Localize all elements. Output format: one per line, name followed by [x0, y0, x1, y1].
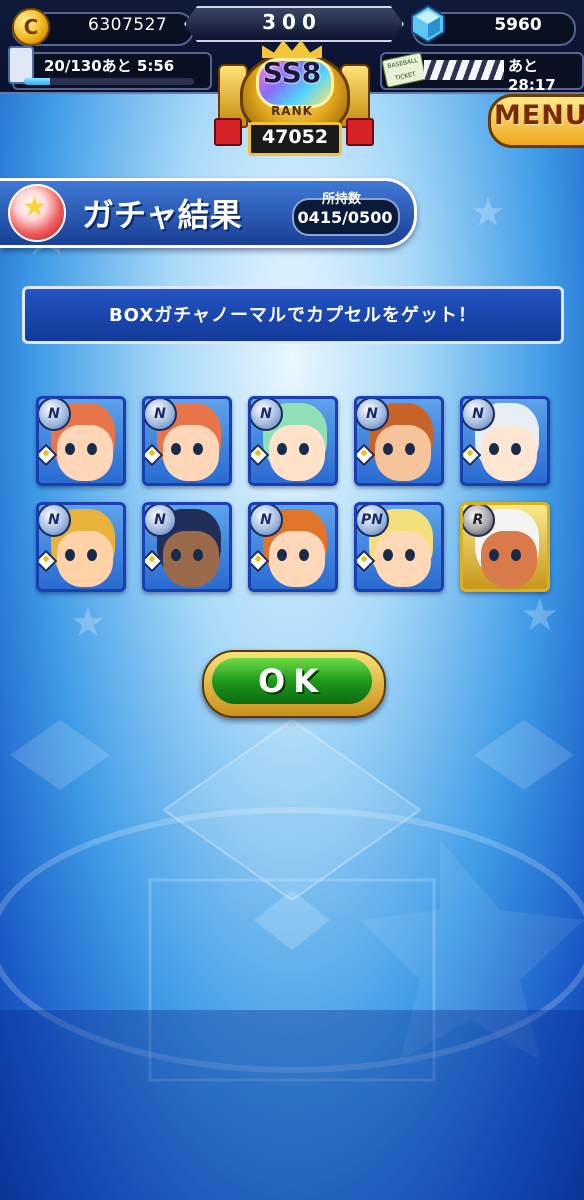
- background-star-icon: ★: [520, 590, 560, 641]
- coin-icon: C: [12, 8, 50, 46]
- capsule-card[interactable]: N: [36, 396, 126, 486]
- capsule-card[interactable]: N: [142, 502, 232, 592]
- rarity-badge: PN: [357, 505, 389, 537]
- character-eye: [171, 549, 181, 561]
- baseball-field-graphic: [0, 718, 584, 1200]
- diamond-gem-icon: [411, 4, 445, 44]
- ribbon-icon: [214, 118, 242, 146]
- owned-count-label: 所持数: [322, 192, 362, 207]
- character-eye: [277, 549, 287, 561]
- capsule-card[interactable]: N: [460, 396, 550, 486]
- rarity-badge: N: [357, 399, 389, 431]
- star-icon: ★: [22, 190, 48, 223]
- rarity-badge: N: [145, 399, 177, 431]
- character-eye: [383, 549, 393, 561]
- character-eye: [65, 549, 75, 561]
- character-eye: [171, 443, 181, 455]
- capsule-card[interactable]: N: [248, 396, 338, 486]
- character-eye: [65, 443, 75, 455]
- character-eye: [489, 549, 499, 561]
- capsule-card[interactable]: N: [142, 396, 232, 486]
- character-eye: [511, 549, 521, 561]
- character-eye: [299, 443, 309, 455]
- capsule-card[interactable]: N: [36, 502, 126, 592]
- capsule-card[interactable]: N: [248, 502, 338, 592]
- owned-count-value: 0415/0500: [297, 208, 393, 227]
- ribbon-icon: [346, 118, 374, 146]
- character-eye: [299, 549, 309, 561]
- rank-label: RANK: [271, 104, 313, 118]
- stamina-text: 20/130あと 5:56: [44, 57, 175, 75]
- character-eye: [277, 443, 287, 455]
- character-eye: [405, 549, 415, 561]
- capsule-card[interactable]: PN: [354, 502, 444, 592]
- rarity-badge: N: [251, 505, 283, 537]
- rank-points: 47052: [261, 126, 329, 148]
- character-eye: [193, 549, 203, 561]
- ticket-timer: あと28:17: [508, 57, 556, 94]
- rarity-badge: R: [463, 505, 495, 537]
- character-eye: [383, 443, 393, 455]
- page-title: ガチャ結果: [82, 196, 242, 234]
- character-eye: [511, 443, 521, 455]
- capsule-card[interactable]: R: [460, 502, 550, 592]
- ticket-gauge: [424, 60, 504, 80]
- character-eye: [405, 443, 415, 455]
- rarity-badge: N: [145, 505, 177, 537]
- center-counter-value: 300: [262, 10, 322, 34]
- rank-code: SS8: [262, 56, 322, 89]
- result-message: BOXガチャノーマルでカプセルをゲット！: [108, 305, 478, 326]
- rarity-badge: N: [463, 399, 495, 431]
- background-star-icon: ★: [470, 190, 506, 236]
- ok-button-label: OK: [258, 662, 326, 700]
- stamina-progress-bar: [24, 78, 194, 85]
- character-eye: [87, 549, 97, 561]
- character-eye: [87, 443, 97, 455]
- menu-button-label: MENU: [494, 100, 584, 131]
- stamina-progress-fill: [24, 78, 51, 85]
- capsule-card[interactable]: N: [354, 396, 444, 486]
- rarity-badge: N: [39, 399, 71, 431]
- gem-amount: 5960: [494, 15, 542, 35]
- character-eye: [193, 443, 203, 455]
- rarity-badge: N: [39, 505, 71, 537]
- character-eye: [489, 443, 499, 455]
- rarity-badge: N: [251, 399, 283, 431]
- coin-amount: 6307527: [88, 15, 168, 35]
- background-star-icon: ★: [70, 600, 106, 646]
